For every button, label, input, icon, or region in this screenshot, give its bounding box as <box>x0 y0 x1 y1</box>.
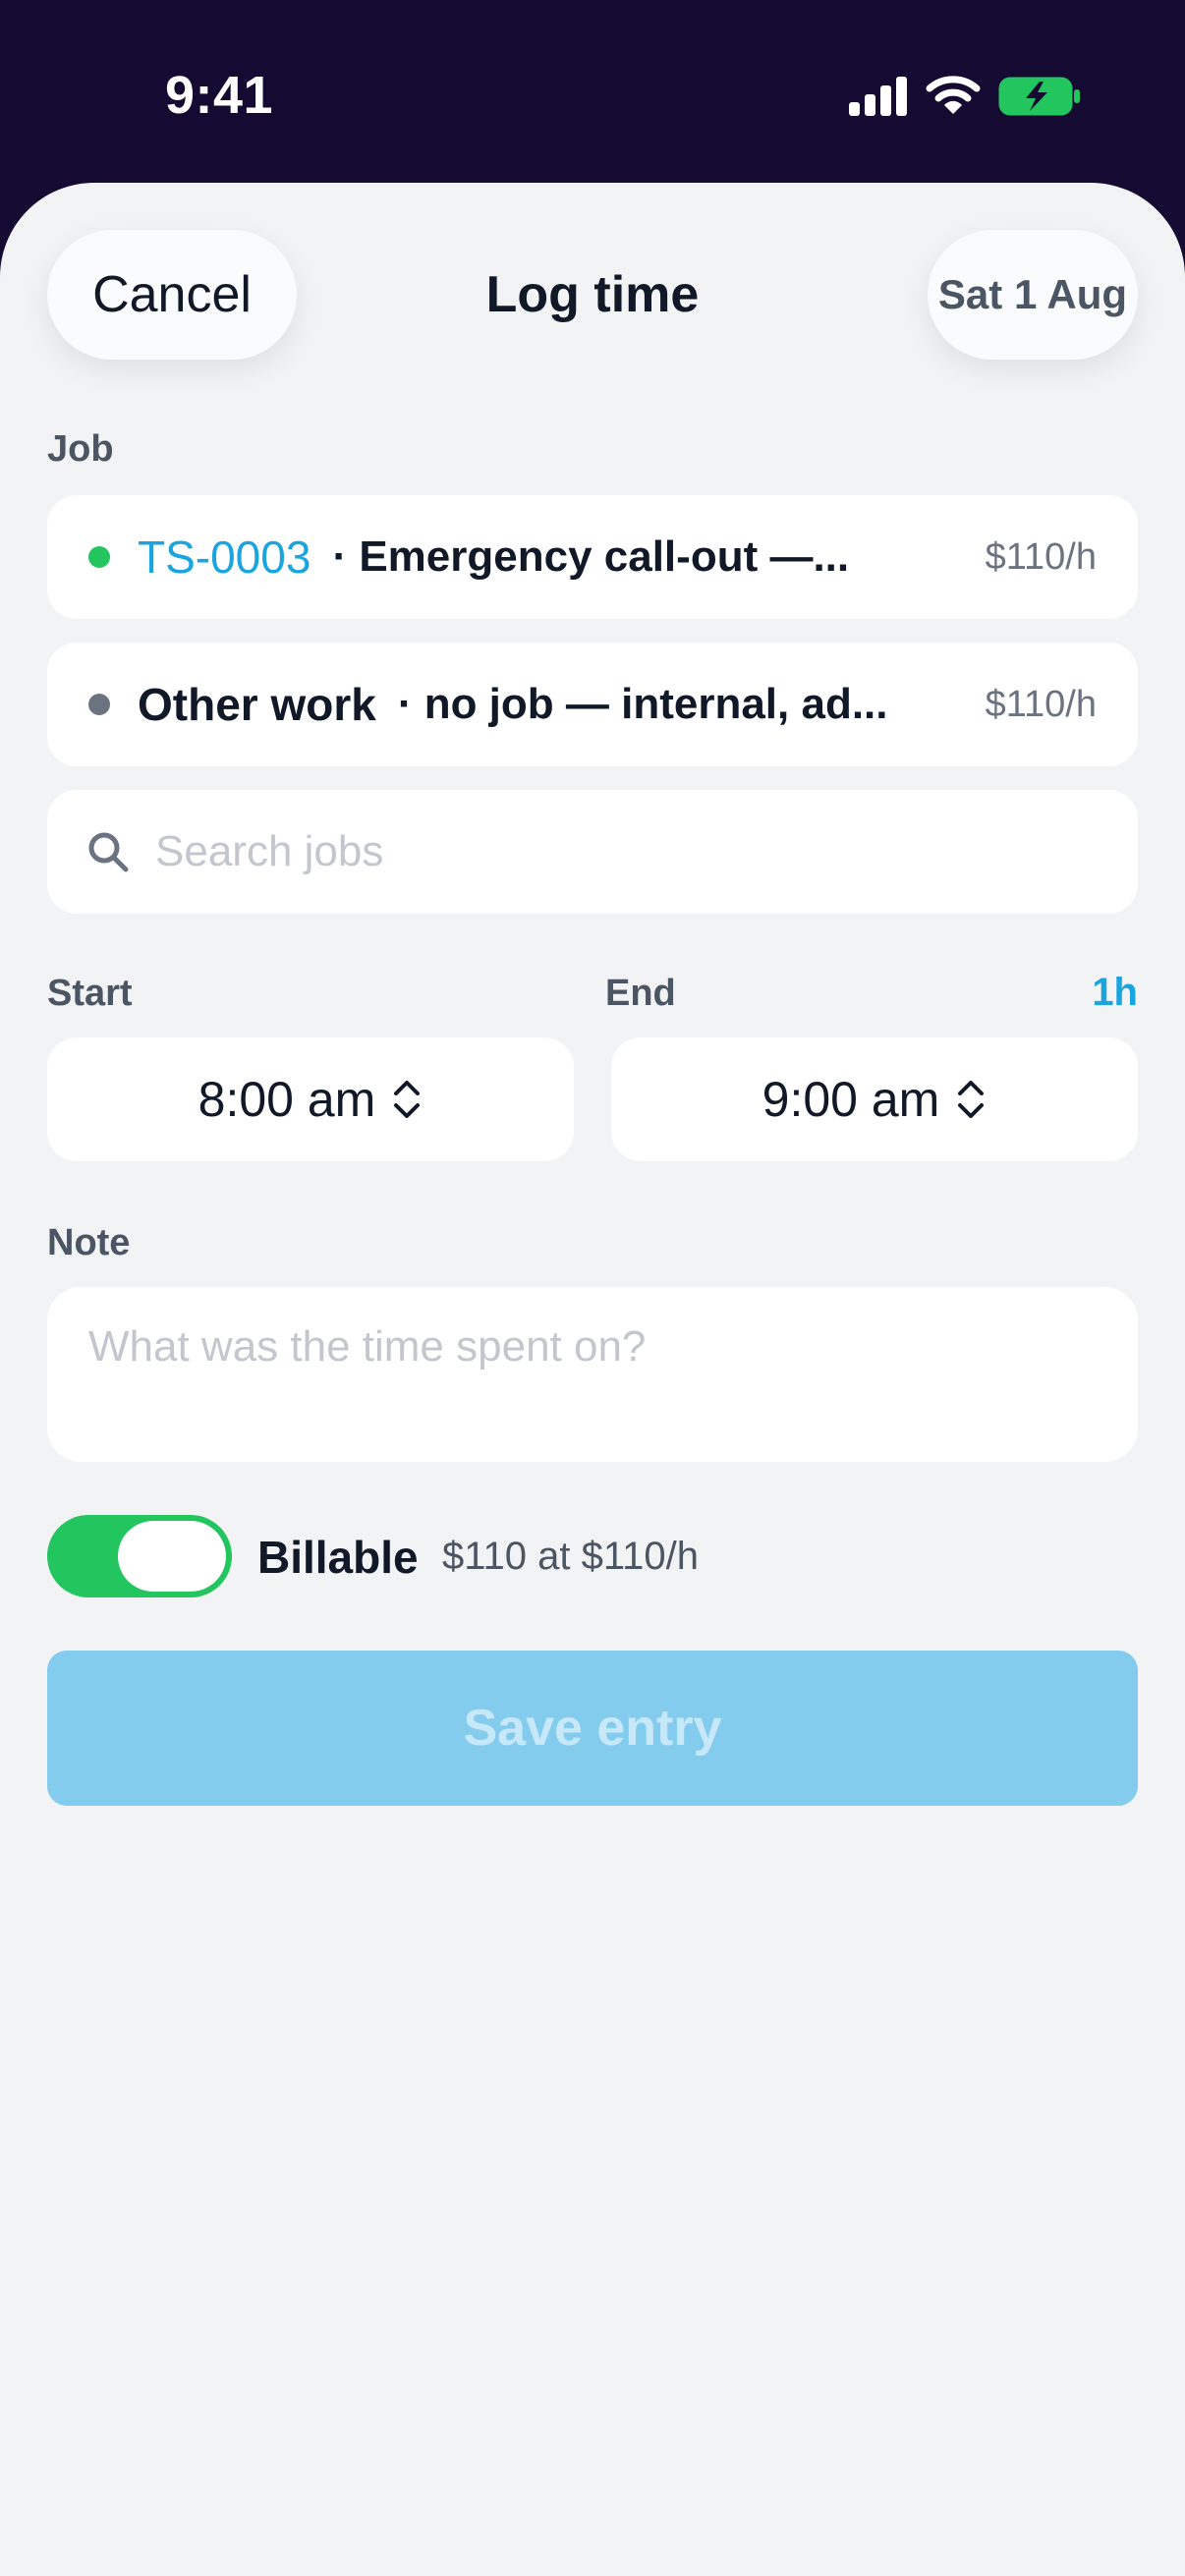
note-input[interactable] <box>88 1322 1097 1427</box>
log-time-sheet: Cancel Log time Sat 1 Aug Job TS-0003 · … <box>0 183 1185 2576</box>
date-button[interactable]: Sat 1 Aug <box>928 230 1138 360</box>
start-time-picker[interactable]: 8:00 am <box>47 1037 574 1161</box>
search-input[interactable] <box>155 827 1040 876</box>
chevron-up-down-icon <box>394 1081 421 1118</box>
search-icon <box>88 832 129 872</box>
end-time-value: 9:00 am <box>762 1072 940 1127</box>
job-option-ts-0003[interactable]: TS-0003 · Emergency call-out —... $110/h <box>47 495 1138 619</box>
signal-icon <box>849 77 907 116</box>
status-dot <box>88 546 110 568</box>
job-name: Other work <box>138 679 376 730</box>
status-dot <box>88 694 110 715</box>
end-time-picker[interactable]: 9:00 am <box>611 1037 1138 1161</box>
job-description: · no job — internal, ad... <box>397 680 888 728</box>
start-time-value: 8:00 am <box>198 1072 376 1127</box>
job-code: TS-0003 <box>138 532 311 583</box>
search-jobs-field[interactable] <box>47 790 1138 914</box>
job-section-label: Job <box>47 428 114 470</box>
duration-badge: 1h <box>1092 971 1138 1014</box>
job-rate: $110/h <box>985 535 1097 578</box>
end-label: End <box>605 973 676 1014</box>
status-bar: 9:41 <box>0 0 1185 187</box>
billable-amount: $110 at $110/h <box>442 1535 699 1578</box>
job-description: · Emergency call-out —... <box>332 532 850 581</box>
battery-charging-icon <box>998 77 1080 116</box>
chevron-up-down-icon <box>958 1081 985 1118</box>
billable-toggle[interactable] <box>47 1515 232 1597</box>
status-time: 9:41 <box>165 66 274 125</box>
job-rate: $110/h <box>985 683 1097 725</box>
save-entry-button[interactable]: Save entry <box>47 1651 1138 1806</box>
note-label: Note <box>47 1222 131 1263</box>
billable-label: Billable <box>257 1532 419 1583</box>
toggle-knob <box>118 1521 226 1592</box>
start-label: Start <box>47 973 133 1014</box>
wifi-icon <box>926 76 981 114</box>
job-option-other-work[interactable]: Other work · no job — internal, ad... $1… <box>47 643 1138 766</box>
note-field[interactable] <box>47 1287 1138 1462</box>
